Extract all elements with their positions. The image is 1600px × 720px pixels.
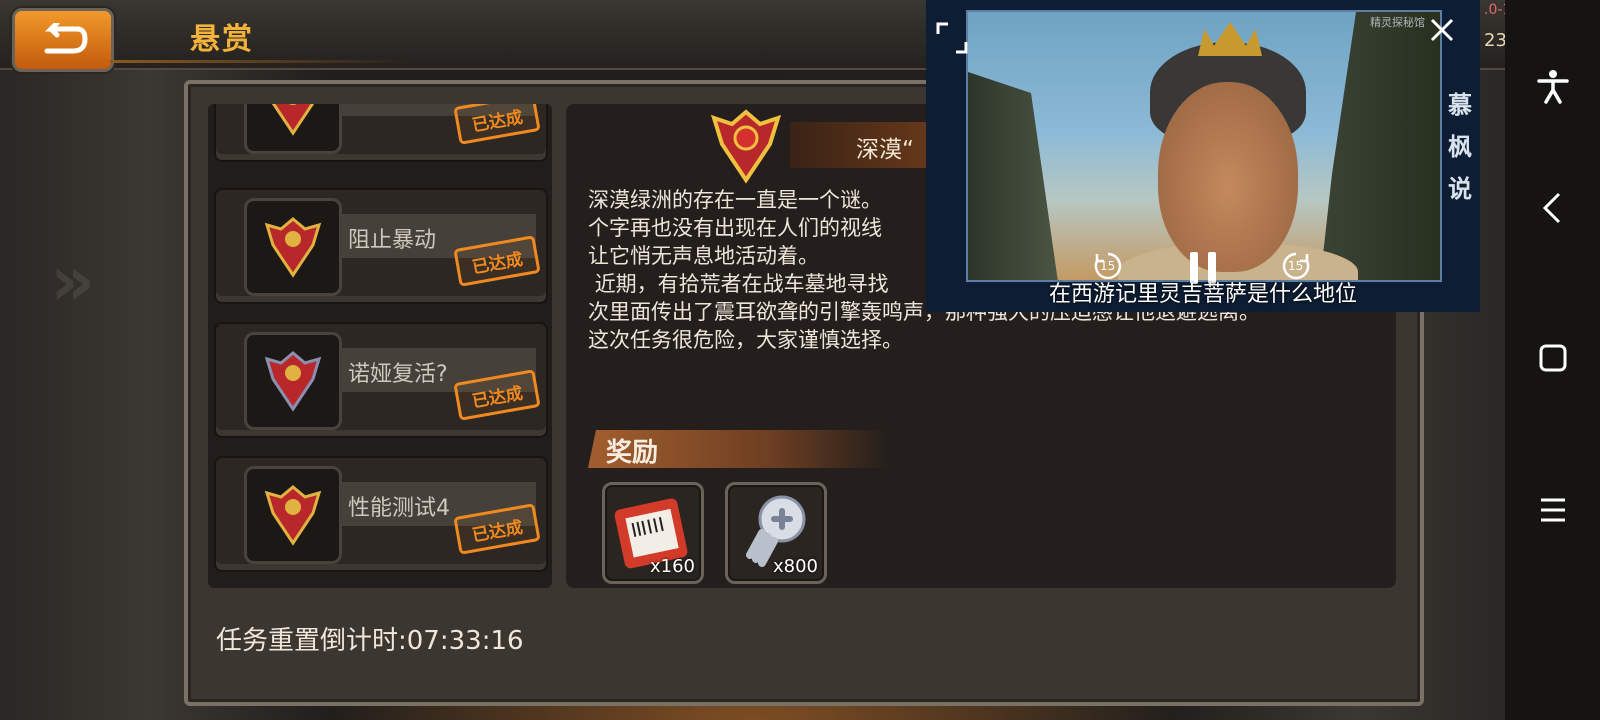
video-caption: 在西游记里灵吉菩萨是什么地位	[1048, 282, 1357, 307]
reward-item[interactable]: x160	[602, 482, 704, 584]
rewind-seconds: 15	[1100, 259, 1116, 273]
back-arrow-icon	[44, 23, 88, 54]
video-overlay[interactable]: 精灵探秘馆 慕枫说 15 15 在西游记里灵吉菩萨是什么地位	[926, 0, 1480, 312]
quest-name: 诺娅复活?	[348, 362, 448, 387]
quest-name: 性能测试4	[348, 496, 450, 521]
quest-item[interactable]: 阻止暴动 已达成	[214, 188, 548, 304]
quest-list[interactable]: 已达成 阻止暴动 已达成 诺娅复活? 已达成 性能测试4 已达成	[208, 104, 552, 588]
home-nav-icon[interactable]	[1535, 340, 1571, 376]
forward-seconds: 15	[1288, 259, 1304, 273]
quest-item[interactable]: 性能测试4 已达成	[214, 456, 548, 572]
quest-badge-icon	[244, 466, 342, 564]
quest-badge-icon	[244, 198, 342, 296]
video-rock-left	[968, 72, 1058, 280]
back-button[interactable]	[12, 8, 114, 72]
channel-name: 慕枫说	[1448, 91, 1472, 203]
quest-item[interactable]: 已达成	[214, 104, 548, 162]
title-underline	[110, 60, 410, 63]
reward-quantity: x160	[649, 556, 695, 577]
video-figure-crown	[1198, 22, 1262, 56]
close-icon[interactable]	[1428, 16, 1456, 44]
quest-badge-icon	[244, 104, 342, 154]
completed-stamp: 已达成	[453, 104, 541, 145]
back-nav-icon[interactable]	[1535, 190, 1571, 226]
menu-nav-icon[interactable]	[1535, 492, 1571, 528]
video-rock-right	[1320, 12, 1440, 280]
reward-item[interactable]: x800	[725, 482, 827, 584]
background-chevron: »	[50, 240, 96, 322]
reward-title: 奖励	[606, 438, 659, 468]
quest-badge-icon	[244, 332, 342, 430]
page-title: 悬赏	[190, 22, 254, 57]
quest-title: 深漠“	[856, 137, 914, 163]
quest-emblem-icon	[710, 109, 782, 184]
expand-icon[interactable]	[936, 22, 968, 54]
quest-name: 阻止暴动	[348, 228, 437, 253]
quest-item[interactable]: 诺娅复活? 已达成	[214, 322, 548, 438]
reset-countdown: 任务重置倒计时:07:33:16	[216, 626, 524, 656]
system-nav-bar	[1505, 0, 1600, 720]
accessibility-icon[interactable]	[1535, 68, 1571, 104]
video-figure-face	[1158, 82, 1298, 272]
video-watermark: 精灵探秘馆	[1370, 16, 1425, 29]
video-frame[interactable]	[966, 10, 1442, 282]
reward-quantity: x800	[772, 556, 818, 577]
